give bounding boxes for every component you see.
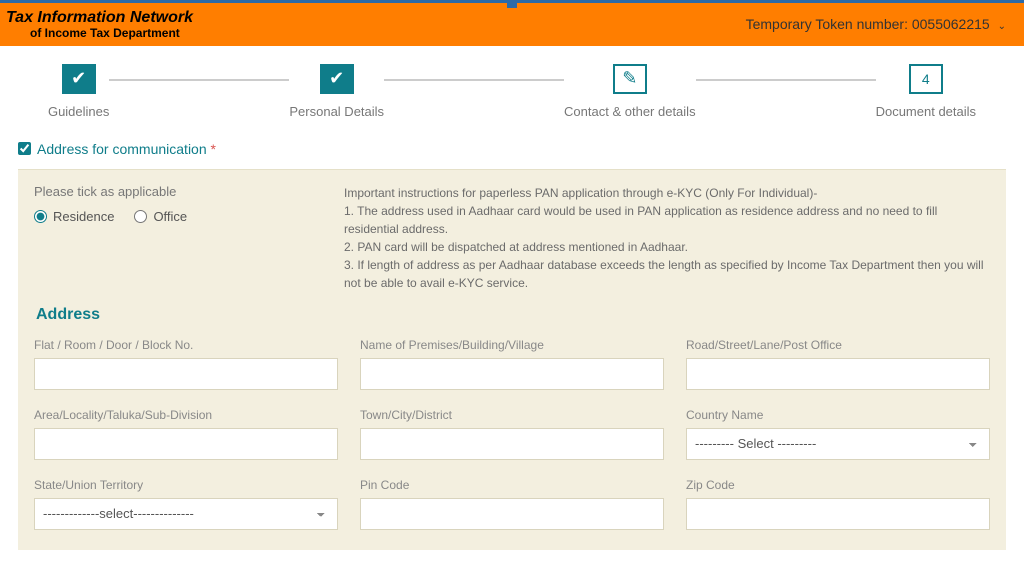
country-select[interactable]: --------- Select --------- bbox=[686, 428, 990, 460]
step-document-details[interactable]: 4 Document details bbox=[876, 64, 976, 119]
selection-border bbox=[0, 0, 1024, 3]
area-input[interactable] bbox=[34, 428, 338, 460]
field-zip: Zip Code bbox=[686, 478, 990, 530]
field-road: Road/Street/Lane/Post Office bbox=[686, 338, 990, 390]
instruction-1: 1. The address used in Aadhaar card woul… bbox=[344, 202, 990, 238]
step-guidelines[interactable]: ✔ Guidelines bbox=[48, 64, 109, 119]
check-icon: ✔ bbox=[62, 64, 96, 94]
instruction-2: 2. PAN card will be dispatched at addres… bbox=[344, 238, 990, 256]
step-number: 4 bbox=[909, 64, 943, 94]
address-communication-label: Address for communication * bbox=[37, 141, 216, 157]
field-premises: Name of Premises/Building/Village bbox=[360, 338, 664, 390]
step-connector bbox=[384, 79, 564, 81]
applicable-tick: Please tick as applicable Residence Offi… bbox=[34, 184, 314, 292]
address-panel: Please tick as applicable Residence Offi… bbox=[18, 169, 1006, 550]
required-mark: * bbox=[211, 141, 216, 157]
resize-handle-top[interactable] bbox=[507, 0, 517, 8]
field-country: Country Name --------- Select --------- bbox=[686, 408, 990, 460]
instructions-heading: Important instructions for paperless PAN… bbox=[344, 184, 990, 202]
site-title: Tax Information Network of Income Tax De… bbox=[6, 9, 193, 40]
header-title: Tax Information Network of Income Tax De… bbox=[6, 9, 193, 40]
address-communication-checkbox-row: Address for communication * bbox=[18, 141, 1006, 157]
main-content: Address for communication * Please tick … bbox=[0, 141, 1024, 568]
town-input[interactable] bbox=[360, 428, 664, 460]
progress-stepper: ✔ Guidelines ✔ Personal Details ✎ Contac… bbox=[0, 46, 1024, 135]
field-town: Town/City/District bbox=[360, 408, 664, 460]
step-connector bbox=[109, 79, 289, 81]
flat-input[interactable] bbox=[34, 358, 338, 390]
residence-radio[interactable] bbox=[34, 210, 47, 223]
address-type-radios: Residence Office bbox=[34, 209, 314, 224]
field-area: Area/Locality/Taluka/Sub-Division bbox=[34, 408, 338, 460]
please-tick-label: Please tick as applicable bbox=[34, 184, 314, 199]
field-state: State/Union Territory -------------selec… bbox=[34, 478, 338, 530]
field-flat: Flat / Room / Door / Block No. bbox=[34, 338, 338, 390]
road-input[interactable] bbox=[686, 358, 990, 390]
field-pin: Pin Code bbox=[360, 478, 664, 530]
address-section-title: Address bbox=[36, 306, 990, 324]
step-contact-details[interactable]: ✎ Contact & other details bbox=[564, 64, 696, 119]
info-row: Please tick as applicable Residence Offi… bbox=[34, 184, 990, 292]
address-grid: Flat / Room / Door / Block No. Name of P… bbox=[34, 338, 990, 530]
check-icon: ✔ bbox=[320, 64, 354, 94]
office-radio-label[interactable]: Office bbox=[134, 209, 187, 224]
step-connector bbox=[696, 79, 876, 81]
zip-input[interactable] bbox=[686, 498, 990, 530]
edit-icon: ✎ bbox=[613, 64, 647, 94]
step-personal-details[interactable]: ✔ Personal Details bbox=[289, 64, 384, 119]
instructions: Important instructions for paperless PAN… bbox=[344, 184, 990, 292]
address-communication-checkbox[interactable] bbox=[18, 142, 31, 155]
office-radio[interactable] bbox=[134, 210, 147, 223]
premises-input[interactable] bbox=[360, 358, 664, 390]
pin-input[interactable] bbox=[360, 498, 664, 530]
state-select[interactable]: -------------select-------------- bbox=[34, 498, 338, 530]
app-header: Tax Information Network of Income Tax De… bbox=[0, 3, 1024, 46]
instruction-3: 3. If length of address as per Aadhaar d… bbox=[344, 256, 990, 292]
chevron-down-icon: ⌄ bbox=[998, 21, 1006, 32]
token-dropdown[interactable]: Temporary Token number: 0055062215 ⌄ bbox=[746, 16, 1006, 32]
residence-radio-label[interactable]: Residence bbox=[34, 209, 114, 224]
